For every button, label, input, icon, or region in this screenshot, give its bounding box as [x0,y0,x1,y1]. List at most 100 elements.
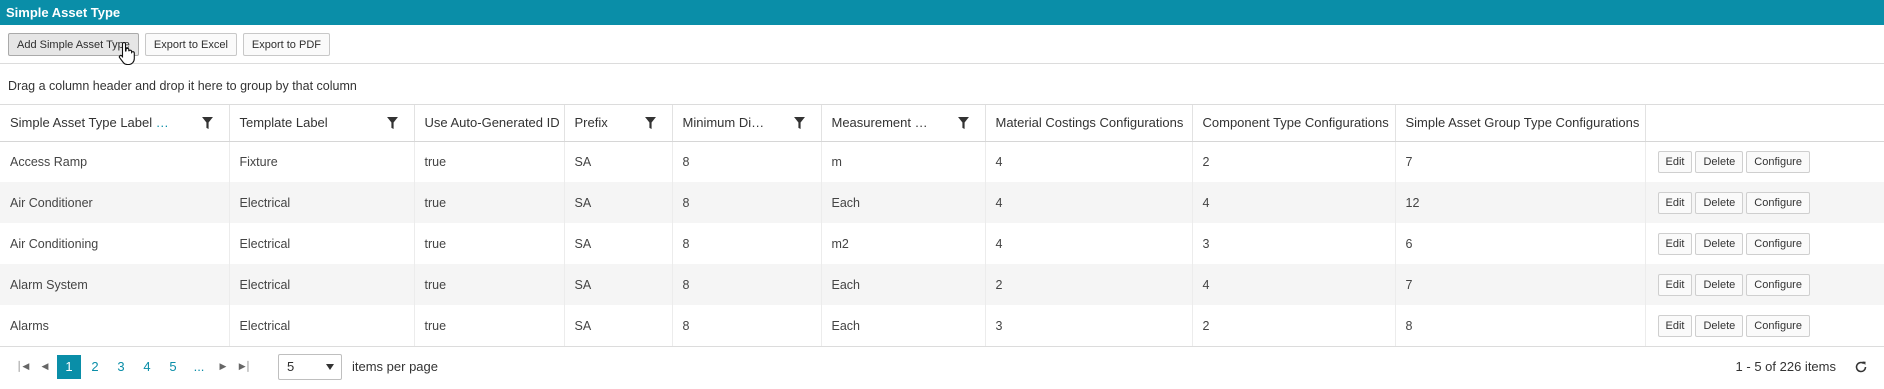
page-2-button[interactable]: 2 [83,355,107,379]
items-per-page-label: items per page [352,359,438,374]
cell-measurement: Each [821,264,986,305]
page-5-button[interactable]: 5 [161,355,185,379]
page-size-select[interactable]: 5 [278,353,342,380]
filter-icon[interactable] [957,117,969,129]
delete-button[interactable]: Delete [1695,232,1744,255]
edit-button[interactable]: Edit [1657,314,1693,337]
column-header-material-costings[interactable]: Material Costings Configurations [985,105,1193,142]
pager-info: 1 - 5 of 226 items [1735,359,1836,374]
delete-button[interactable]: Delete [1695,314,1744,337]
column-header-actions [1645,105,1884,142]
column-header-measurement[interactable]: Measurement … [821,105,986,142]
cell-min-digits: 8 [672,223,822,264]
configure-button[interactable]: Configure [1746,150,1810,173]
filter-icon[interactable] [644,117,656,129]
cell-component-types: 2 [1192,141,1396,182]
group-drop-zone[interactable]: Drag a column header and drop it here to… [0,64,1884,105]
cell-auto-id: true [414,182,565,223]
cell-template: Electrical [229,305,415,346]
prev-page-icon[interactable]: ◀ [34,356,56,378]
page-3-button[interactable]: 3 [109,355,133,379]
row-actions: Edit Delete Configure [1645,305,1884,346]
cell-measurement: Each [821,182,986,223]
delete-button[interactable]: Delete [1695,273,1744,296]
table-row[interactable]: Air Conditioner Electrical true SA 8 Eac… [0,182,1884,223]
cell-group-types: 12 [1395,182,1646,223]
page-size-value: 5 [287,359,295,374]
cell-auto-id: true [414,141,565,182]
column-header-simple-asset-group-type[interactable]: Simple Asset Group Type Configurations [1395,105,1646,142]
cell-label: Air Conditioner [0,182,230,223]
configure-button[interactable]: Configure [1746,314,1810,337]
cell-min-digits: 8 [672,305,822,346]
table-row[interactable]: Alarm System Electrical true SA 8 Each 2… [0,264,1884,305]
cell-group-types: 8 [1395,305,1646,346]
column-header-prefix[interactable]: Prefix [564,105,673,142]
delete-button[interactable]: Delete [1695,191,1744,214]
cell-component-types: 4 [1192,182,1396,223]
configure-button[interactable]: Configure [1746,191,1810,214]
row-actions: Edit Delete Configure [1645,141,1884,182]
export-excel-button[interactable]: Export to Excel [144,33,237,56]
cell-min-digits: 8 [672,264,822,305]
cell-material-costings: 3 [985,305,1193,346]
page-4-button[interactable]: 4 [135,355,159,379]
cell-auto-id: true [414,305,565,346]
refresh-icon[interactable] [1854,360,1868,374]
next-page-icon[interactable]: ▶ [212,356,234,378]
page-1-button[interactable]: 1 [57,354,81,379]
column-menu-ellipsis[interactable]: … [156,115,169,130]
edit-button[interactable]: Edit [1657,273,1693,296]
toolbar: Add Simple Asset Type Export to Excel Ex… [0,25,1884,65]
configure-button[interactable]: Configure [1746,232,1810,255]
configure-button[interactable]: Configure [1746,273,1810,296]
cell-prefix: SA [564,182,673,223]
column-header-template-label[interactable]: Template Label [229,105,415,142]
column-header-component-type[interactable]: Component Type Configurations [1192,105,1396,142]
table-row[interactable]: Access Ramp Fixture true SA 8 m 4 2 7 Ed… [0,141,1884,182]
last-page-icon[interactable]: ▶│ [234,356,256,378]
cell-material-costings: 4 [985,141,1193,182]
cell-material-costings: 4 [985,223,1193,264]
cell-component-types: 3 [1192,223,1396,264]
row-actions: Edit Delete Configure [1645,264,1884,305]
cell-material-costings: 4 [985,182,1193,223]
row-actions: Edit Delete Configure [1645,223,1884,264]
edit-button[interactable]: Edit [1657,191,1693,214]
export-pdf-button[interactable]: Export to PDF [242,33,330,56]
cell-template: Fixture [229,141,415,182]
cell-prefix: SA [564,264,673,305]
column-header-use-auto-generated-id[interactable]: Use Auto-Generated ID [414,105,565,142]
table-row[interactable]: Air Conditioning Electrical true SA 8 m2… [0,223,1884,264]
first-page-icon[interactable]: │◀ [12,356,34,378]
table-row[interactable]: Alarms Electrical true SA 8 Each 3 2 8 E… [0,305,1884,346]
cell-measurement: m [821,141,986,182]
cell-group-types: 6 [1395,223,1646,264]
cell-group-types: 7 [1395,141,1646,182]
cell-min-digits: 8 [672,182,822,223]
asset-type-grid: Simple Asset Type Label … Template Label… [0,105,1884,346]
filter-icon[interactable] [386,117,398,129]
edit-button[interactable]: Edit [1657,150,1693,173]
filter-icon[interactable] [201,117,213,129]
cell-prefix: SA [564,223,673,264]
column-header-simple-asset-type-label[interactable]: Simple Asset Type Label … [0,105,230,142]
cell-component-types: 4 [1192,264,1396,305]
cell-auto-id: true [414,264,565,305]
filter-icon[interactable] [793,117,805,129]
cell-label: Access Ramp [0,141,230,182]
chevron-down-icon [326,363,334,370]
cell-group-types: 7 [1395,264,1646,305]
more-pages-button[interactable]: ... [187,355,211,379]
cell-min-digits: 8 [672,141,822,182]
delete-button[interactable]: Delete [1695,150,1744,173]
window-title: Simple Asset Type [0,0,1884,25]
grid-header-row: Simple Asset Type Label … Template Label… [0,105,1884,142]
column-header-minimum-digits[interactable]: Minimum Di… [672,105,822,142]
cell-prefix: SA [564,305,673,346]
edit-button[interactable]: Edit [1657,232,1693,255]
cell-template: Electrical [229,223,415,264]
cell-label: Alarms [0,305,230,346]
pager: │◀ ◀ 1 2 3 4 5 ... ▶ ▶│ 5 items per page… [0,346,1884,386]
row-actions: Edit Delete Configure [1645,182,1884,223]
